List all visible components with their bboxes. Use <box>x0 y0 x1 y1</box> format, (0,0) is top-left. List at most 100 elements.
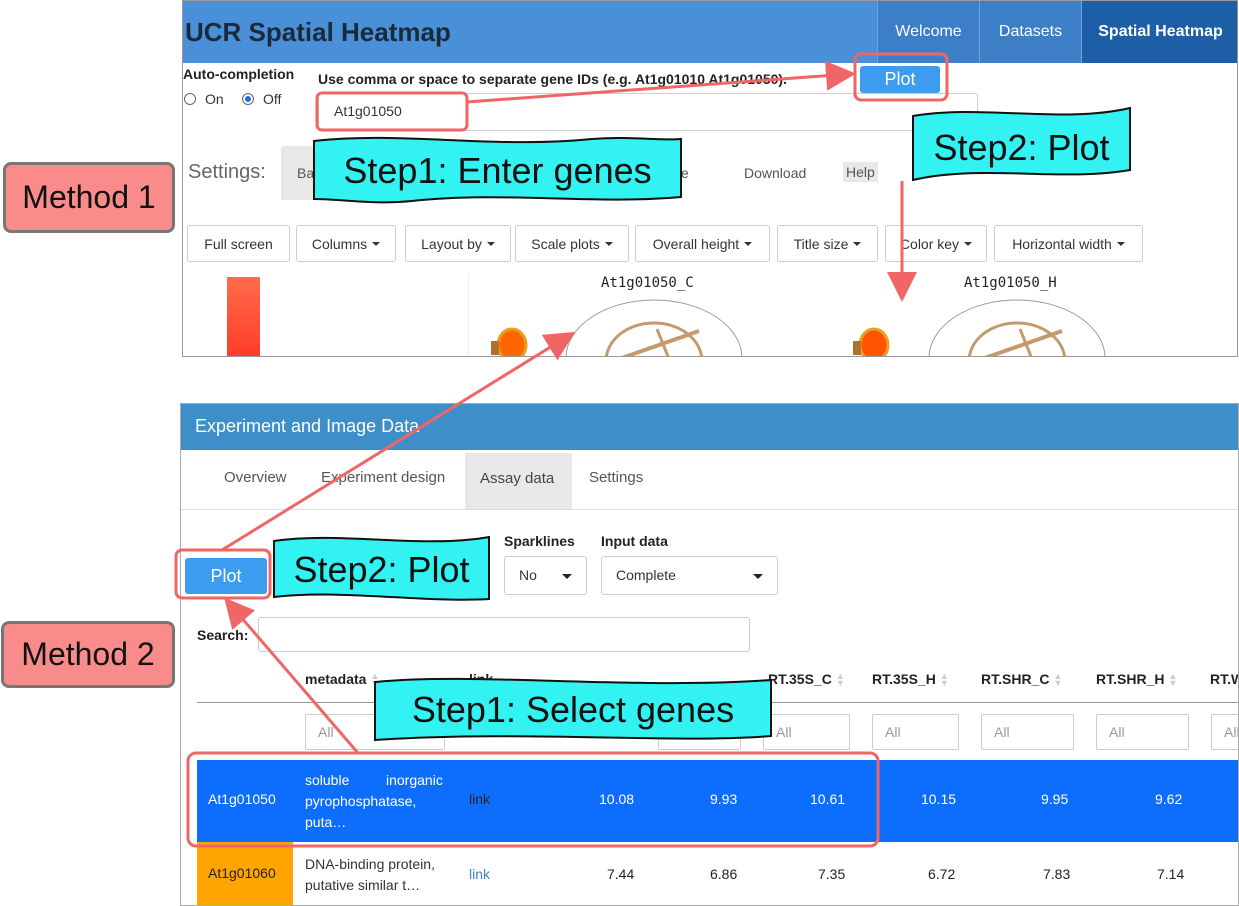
rtshr-h-header-label: RT.SHR_H <box>1096 671 1165 687</box>
column-header-rt35s-h[interactable]: RT.35S_H ▲ ▼ <box>872 671 949 689</box>
sort-icon: ▲▼ <box>1168 671 1178 689</box>
value-cell: 7.14 <box>1157 866 1185 882</box>
sparklines-select[interactable]: No <box>504 556 587 595</box>
settings-tab-download[interactable]: Download <box>744 165 806 181</box>
caret-down-icon <box>964 241 973 246</box>
rtw-header-label: RT.W <box>1210 671 1238 687</box>
value-cell: 10.61 <box>810 791 846 807</box>
value-cell: 7.83 <box>1043 866 1071 882</box>
tab-assay-data[interactable]: Assay data <box>465 453 572 509</box>
autocompletion-label: Auto-completion <box>183 66 295 82</box>
autocompletion-off-radio[interactable] <box>242 93 254 105</box>
plot-title-c: At1g01050_C <box>601 275 694 291</box>
horizontal-width-dropdown[interactable]: Horizontal width <box>994 225 1143 262</box>
autocompletion-off-label: Off <box>263 91 282 107</box>
sort-icon: ▲▼ <box>1053 671 1063 689</box>
bottom-app-screenshot: Experiment and Image Data Overview Exper… <box>180 403 1239 906</box>
app-header: UCR Spatial Heatmap Welcome Datasets Spa… <box>183 1 1237 63</box>
step1-bottom-text: Step1: Select genes <box>411 689 735 730</box>
horizontal-width-label: Horizontal width <box>1012 235 1112 252</box>
link[interactable]: link <box>469 791 490 807</box>
step1-select-genes-callout: Step1: Select genes <box>373 674 773 744</box>
scale-plots-dropdown[interactable]: Scale plots <box>515 225 629 262</box>
layout-by-dropdown[interactable]: Layout by <box>405 225 511 262</box>
metadata-line: soluble <box>305 772 350 788</box>
nav-tab-spatial-heatmap[interactable]: Spatial Heatmap <box>1081 1 1237 63</box>
search-input[interactable] <box>258 617 750 652</box>
plant-illustrations <box>491 299 1106 356</box>
filter-rt35s-h-input[interactable]: All <box>872 714 959 750</box>
overall-height-label: Overall height <box>652 235 740 252</box>
nav-tab-datasets[interactable]: Datasets <box>979 1 1081 63</box>
sparklines-label: Sparklines <box>504 533 575 549</box>
link[interactable]: link <box>469 866 490 882</box>
sort-icon: ▲▼ <box>939 671 949 689</box>
value-cell: 9.93 <box>710 791 738 807</box>
overall-height-dropdown[interactable]: Overall height <box>635 225 770 262</box>
column-header-rt35s-c[interactable]: RT.35S_C ▲ ▼ <box>768 671 845 689</box>
tabs-divider <box>181 509 1238 510</box>
column-header-metadata[interactable]: metadata▲▼ <box>305 671 379 688</box>
step1-enter-genes-callout: Step1: Enter genes <box>312 133 683 205</box>
value-cell: 7.44 <box>607 866 635 882</box>
step2-plot-callout-top: Step2: Plot <box>911 104 1132 183</box>
filter-rtshr-c-input[interactable]: All <box>981 714 1074 750</box>
autocompletion-on-label: On <box>205 91 224 107</box>
tab-settings[interactable]: Settings <box>589 469 643 486</box>
gene-id: At1g01050 <box>208 791 276 807</box>
full-screen-button[interactable]: Full screen <box>187 225 290 262</box>
value-cell: 10.15 <box>921 791 957 807</box>
input-data-label: Input data <box>601 533 668 549</box>
column-header-rtshr-h[interactable]: RT.SHR_H ▲ ▼ <box>1096 671 1178 689</box>
chevron-down-icon <box>562 574 572 579</box>
gene-input-help: Use comma or space to separate gene IDs … <box>318 71 787 87</box>
metadata-line: DNA-binding protein, <box>305 856 435 872</box>
filter-rtw-input[interactable]: All <box>1211 714 1238 750</box>
columns-dropdown[interactable]: Columns <box>296 225 396 262</box>
caret-down-icon <box>853 241 862 246</box>
plot-button-bottom[interactable]: Plot <box>185 558 267 594</box>
step2-bottom-text: Step2: Plot <box>293 549 470 590</box>
caret-down-icon <box>604 241 613 246</box>
filter-rt35s-c-input[interactable]: All <box>763 714 850 750</box>
step2-plot-callout-bottom: Step2: Plot <box>272 533 491 604</box>
plot-title-h: At1g01050_H <box>964 275 1057 291</box>
column-header-rtw[interactable]: RT.W <box>1210 671 1238 687</box>
title-size-dropdown[interactable]: Title size <box>777 225 878 262</box>
tab-overview[interactable]: Overview <box>224 469 287 486</box>
table-row[interactable]: At1g01060 DNA-binding protein, putative … <box>197 842 1238 905</box>
plot-button-top[interactable]: Plot <box>860 66 940 93</box>
caret-down-icon <box>1116 241 1125 246</box>
value-cell: 9.95 <box>1041 791 1069 807</box>
metadata-line: inorganic <box>386 772 443 788</box>
step2-top-text: Step2: Plot <box>933 127 1110 168</box>
caret-down-icon <box>744 241 753 246</box>
search-label: Search: <box>197 627 249 643</box>
settings-tab-help[interactable]: Help <box>843 162 878 182</box>
color-key-dropdown[interactable]: Color key <box>885 225 987 262</box>
sort-icon: ▲▼ <box>835 671 845 689</box>
rt35s-c-header-label: RT.35S_C <box>768 671 832 687</box>
rt35s-h-header-label: RT.35S_H <box>872 671 936 687</box>
input-data-select[interactable]: Complete <box>601 556 778 595</box>
filter-rtshr-h-input[interactable]: All <box>1096 714 1189 750</box>
app-title: UCR Spatial Heatmap <box>185 17 451 47</box>
settings-label: Settings: <box>188 161 266 183</box>
value-cell: 6.72 <box>928 866 956 882</box>
gene-id: At1g01060 <box>208 865 276 881</box>
tab-experiment-design[interactable]: Experiment design <box>321 469 445 486</box>
caret-down-icon <box>372 241 381 246</box>
column-header-rtshr-c[interactable]: RT.SHR_C ▲ ▼ <box>981 671 1063 689</box>
value-cell: 10.08 <box>599 791 635 807</box>
layout-by-label: Layout by <box>421 235 482 252</box>
gene-id-input[interactable]: At1g01050 <box>318 93 978 131</box>
nav-tab-welcome[interactable]: Welcome <box>877 1 979 63</box>
value-cell: 9.62 <box>1155 791 1183 807</box>
scale-plots-label: Scale plots <box>531 235 600 252</box>
table-row-selected[interactable]: At1g01050 soluble inorganic pyrophosphat… <box>197 760 1238 842</box>
value-cell: 6.86 <box>710 866 738 882</box>
chevron-down-icon <box>753 574 763 579</box>
metadata-line: puta… <box>305 814 347 830</box>
autocompletion-on-radio[interactable] <box>184 93 196 105</box>
value-cell: 7.35 <box>818 866 846 882</box>
